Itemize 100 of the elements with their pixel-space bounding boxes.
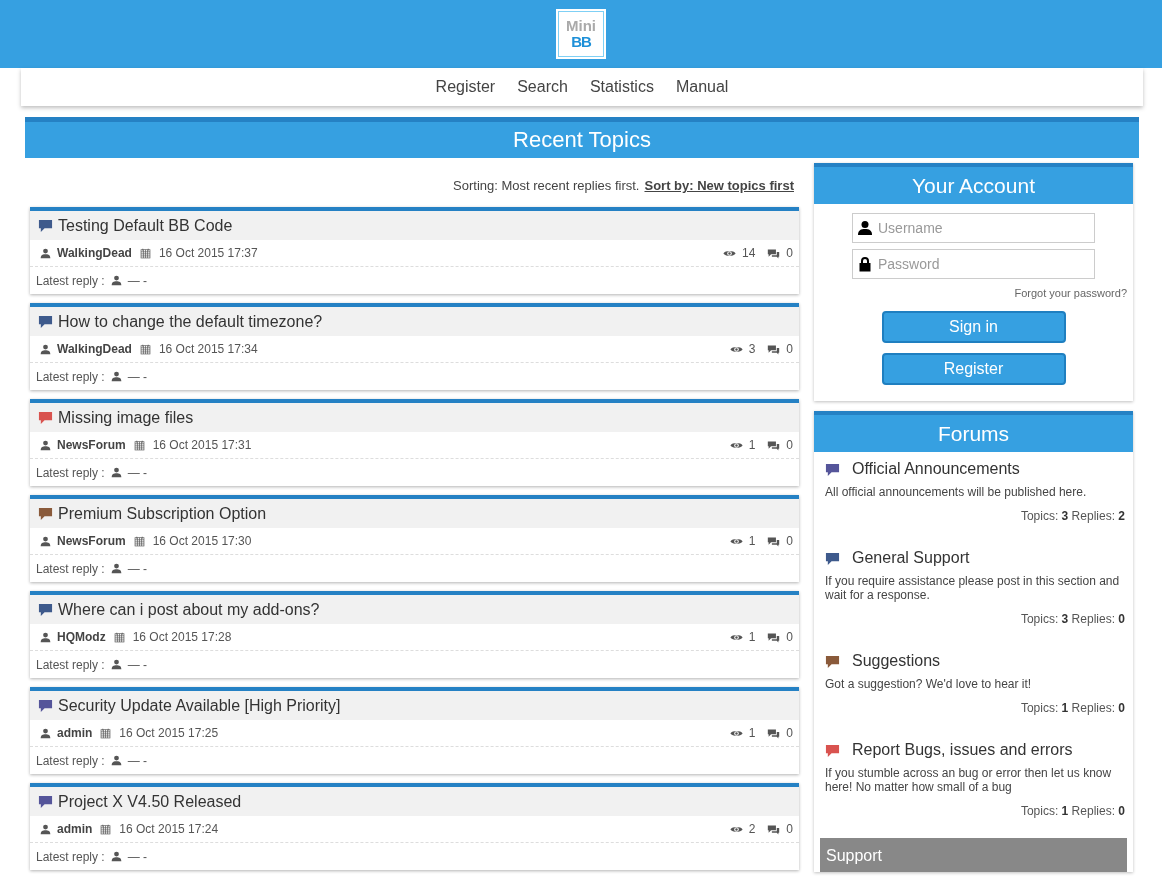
latest-reply-label: Latest reply :	[36, 273, 105, 288]
forum-link[interactable]: Report Bugs, issues and errors	[852, 741, 1073, 759]
topic-title-link[interactable]: Premium Subscription Option	[58, 504, 267, 523]
forum-stats: Topics: 1 Replies: 0	[1019, 701, 1125, 715]
latest-reply-value: — -	[127, 753, 148, 768]
post-date: 16 Oct 2015 17:24	[119, 822, 219, 836]
comments-icon	[767, 342, 781, 356]
user-icon	[40, 631, 51, 643]
user-icon	[110, 563, 122, 574]
comments-icon	[767, 726, 781, 740]
author-name: admin	[57, 726, 93, 740]
nav-link[interactable]: Search	[509, 74, 576, 100]
latest-reply-label: Latest reply :	[36, 849, 105, 864]
calendar-icon	[133, 439, 145, 451]
user-icon	[110, 755, 122, 766]
post-date: 16 Oct 2015 17:30	[152, 534, 252, 548]
forum-stats: Topics: 1 Replies: 0	[1019, 804, 1125, 818]
comments-icon	[767, 822, 781, 836]
view-count: 1	[748, 630, 756, 644]
user-icon	[110, 275, 122, 286]
latest-reply-label: Latest reply :	[36, 465, 105, 480]
latest-reply-label: Latest reply :	[36, 369, 105, 384]
user-icon	[110, 851, 122, 862]
latest-reply-value: — -	[127, 273, 148, 288]
view-count: 1	[748, 438, 756, 452]
panel-title: Your Account	[814, 163, 1133, 204]
post-date: 16 Oct 2015 17:34	[158, 342, 258, 356]
category-header: Support	[820, 838, 1127, 872]
calendar-icon	[100, 823, 112, 835]
reply-count: 0	[786, 438, 793, 452]
topic-title-link[interactable]: Missing image files	[58, 408, 194, 427]
view-count: 1	[748, 534, 756, 548]
author-name: admin	[57, 822, 93, 836]
forum-link[interactable]: Suggestions	[852, 652, 941, 670]
forum-stats: Topics: 3 Replies: 2	[1019, 509, 1125, 523]
latest-reply-label: Latest reply :	[36, 753, 105, 768]
calendar-icon	[113, 631, 125, 643]
panel-title: Forums	[814, 411, 1133, 452]
nav-link[interactable]: Statistics	[581, 74, 662, 100]
view-count: 2	[748, 822, 756, 836]
forum-link[interactable]: Official Announcements	[852, 460, 1020, 478]
author-name: WalkingDead	[57, 246, 132, 260]
user-icon	[857, 220, 873, 236]
latest-reply-value: — -	[127, 561, 148, 576]
forum-description: If you require assistance please post in this section and wait for a response.	[825, 574, 1121, 602]
nav-link[interactable]: Register	[427, 74, 504, 100]
forum-stats: Topics: 3 Replies: 0	[1019, 612, 1125, 626]
reply-count: 0	[786, 342, 793, 356]
user-icon	[110, 371, 122, 382]
latest-reply-value: — -	[127, 657, 148, 672]
forum-description: All official announcements will be published here.	[825, 485, 1088, 499]
reply-count: 0	[786, 822, 793, 836]
reply-count: 0	[786, 246, 793, 260]
topic-title-link[interactable]: Testing Default BB Code	[58, 216, 233, 235]
view-count: 1	[748, 726, 756, 740]
username-field[interactable]: Username	[852, 213, 1095, 243]
comments-icon	[767, 438, 781, 452]
view-count: 3	[748, 342, 756, 356]
latest-reply-label: Latest reply :	[36, 657, 105, 672]
calendar-icon	[139, 247, 151, 259]
post-date: 16 Oct 2015 17:25	[119, 726, 219, 740]
forum-description: Got a suggestion? We'd love to hear it!	[825, 677, 1033, 691]
view-count: 14	[741, 246, 756, 260]
comments-icon	[767, 630, 781, 644]
forum-link[interactable]: General Support	[852, 549, 970, 567]
reply-count: 0	[786, 534, 793, 548]
calendar-icon	[100, 727, 112, 739]
password-field[interactable]: Password	[852, 249, 1095, 279]
calendar-icon	[133, 535, 145, 547]
logo-text: BB	[571, 34, 591, 50]
author-name: NewsForum	[57, 438, 126, 452]
post-date: 16 Oct 2015 17:28	[132, 630, 232, 644]
comments-icon	[767, 534, 781, 548]
author-name: NewsForum	[57, 534, 126, 548]
user-icon	[110, 467, 122, 478]
post-date: 16 Oct 2015 17:31	[152, 438, 252, 452]
topic-title-link[interactable]: Project X V4.50 Released	[58, 792, 242, 811]
reply-count: 0	[786, 630, 793, 644]
user-icon	[110, 659, 122, 670]
user-icon	[40, 439, 51, 451]
latest-reply-value: — -	[127, 849, 148, 864]
calendar-icon	[139, 343, 151, 355]
forgot-password-link[interactable]: Forgot your password?	[1014, 287, 1127, 299]
author-name: HQModz	[57, 630, 106, 644]
forum-description: If you stumble across an bug or error then let us know here! No matter how small of a bug	[825, 766, 1113, 794]
section-title: Recent Topics	[25, 117, 1139, 158]
sort-link[interactable]: Sort by: New topics first	[644, 178, 794, 193]
comments-icon	[767, 246, 781, 260]
user-icon	[40, 247, 51, 259]
reply-count: 0	[786, 726, 793, 740]
nav-link[interactable]: Manual	[667, 74, 737, 100]
sorting-label: Sorting: Most recent replies first.	[453, 178, 640, 193]
user-icon	[40, 343, 51, 355]
latest-reply-value: — -	[127, 369, 148, 384]
user-icon	[40, 823, 51, 835]
post-date: 16 Oct 2015 17:37	[158, 246, 258, 260]
author-name: WalkingDead	[57, 342, 132, 356]
latest-reply-label: Latest reply :	[36, 561, 105, 576]
user-icon	[40, 727, 51, 739]
lock-icon	[857, 256, 873, 272]
